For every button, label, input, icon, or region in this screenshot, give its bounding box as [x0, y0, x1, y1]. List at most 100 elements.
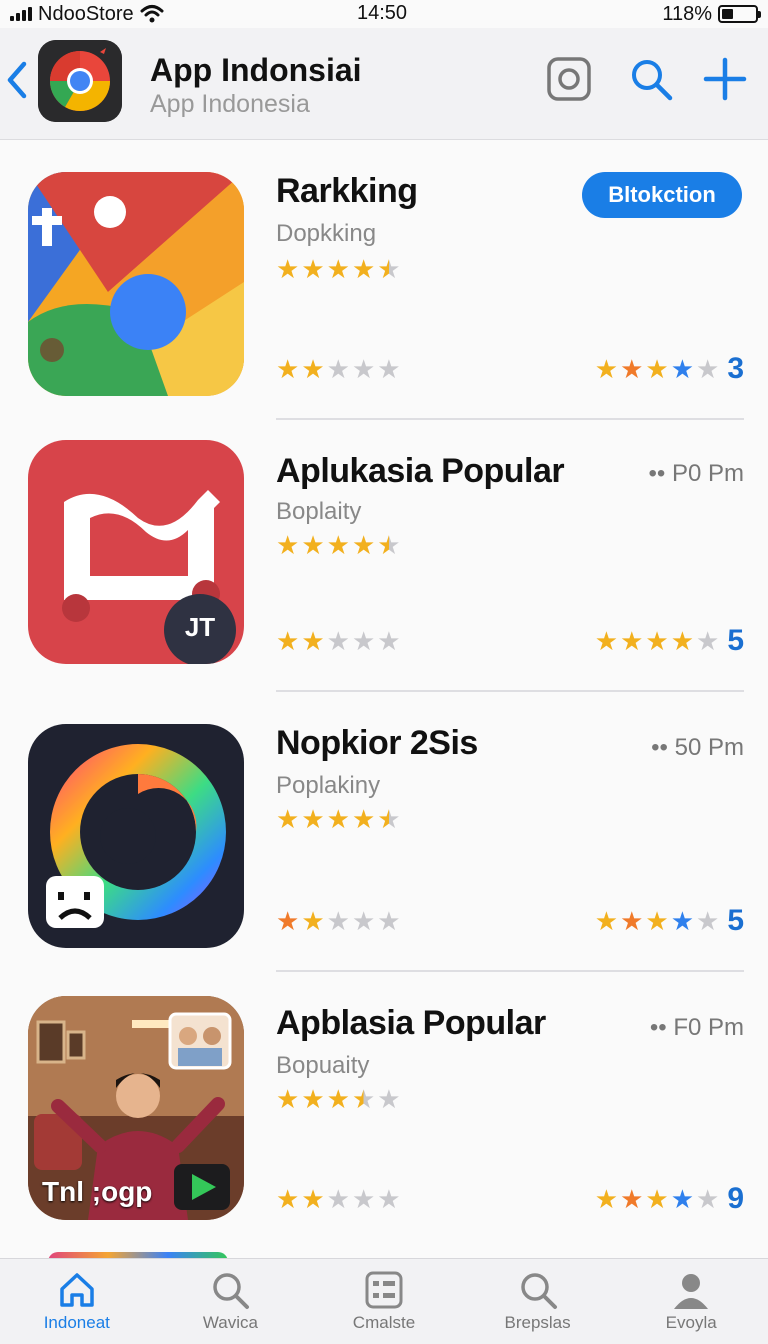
- star-icon: ★: [645, 354, 669, 384]
- tab-brepslas[interactable]: Brepslas: [461, 1259, 615, 1344]
- page-subtitle: App Indonesia: [150, 90, 310, 118]
- star-icon: ★: [377, 254, 401, 284]
- status-bar: NdooStore 14:50 118%: [0, 0, 768, 28]
- tab-label: Brepslas: [504, 1313, 571, 1332]
- rating-count: 9: [727, 1182, 744, 1215]
- rating-stars-top: ★ ★ ★ ★ ★: [276, 256, 401, 282]
- grid-list-icon: [365, 1271, 403, 1309]
- timestamp: •• F0 Pm: [649, 1014, 744, 1041]
- star-icon: ★: [326, 804, 350, 834]
- search-icon[interactable]: [628, 56, 674, 102]
- tab-indoneat[interactable]: Indoneat: [0, 1259, 154, 1344]
- star-icon: ★: [645, 1184, 669, 1214]
- rating-stars-summary: ★ ★ ★ ★ ★ 5: [595, 626, 744, 656]
- star-icon: ★: [301, 906, 325, 936]
- rating-stars-bottom: ★ ★ ★ ★ ★: [276, 628, 401, 654]
- app-category: Boplaity: [276, 498, 362, 525]
- star-icon: ★: [670, 906, 694, 936]
- star-icon: ★: [301, 626, 325, 656]
- search-icon: [213, 1273, 250, 1309]
- tab-label: Indoneat: [43, 1313, 110, 1332]
- rating-count: 5: [727, 904, 744, 937]
- status-left: NdooStore: [10, 3, 164, 26]
- app-name: Apblasia Popular: [276, 1004, 546, 1042]
- star-icon: ★: [326, 1084, 350, 1114]
- star-icon: ★: [351, 1084, 376, 1114]
- app-list-item[interactable]: Rarkking Dopkking ★ ★ ★ ★ ★ Bltokction ★ ★ ★ ★ ★…: [0, 140, 768, 420]
- star-icon: ★: [670, 626, 694, 656]
- app-list-item[interactable]: Tnl ;ogp Apblasia Popular Bopuaity ★ ★ ★ ★ ★…: [0, 972, 768, 1252]
- star-icon: ★: [377, 906, 401, 936]
- wifi-icon: [140, 5, 164, 23]
- tab-cmalste[interactable]: Cmalste: [307, 1259, 461, 1344]
- star-icon: ★: [620, 626, 644, 656]
- star-icon: ★: [326, 254, 350, 284]
- app-badge: JT: [184, 612, 216, 642]
- icon-overlay-text: Tnl ;ogp: [42, 1176, 153, 1207]
- page-title: App Indonsiai: [150, 52, 362, 88]
- colorful-geometric-app-icon: [28, 172, 244, 396]
- rating-stars-bottom: ★ ★ ★ ★ ★: [276, 1186, 401, 1212]
- star-icon: ★: [301, 354, 325, 384]
- get-button[interactable]: Bltokction: [582, 172, 742, 218]
- battery-percent: 118%: [662, 2, 712, 25]
- rating-stars-bottom: ★ ★ ★ ★ ★: [276, 356, 401, 382]
- star-icon: ★: [326, 354, 350, 384]
- star-icon: ★: [276, 626, 300, 656]
- star-icon: ★: [645, 906, 669, 936]
- timestamp: •• 50 Pm: [651, 734, 744, 761]
- star-icon: ★: [326, 1184, 350, 1214]
- star-icon: ★: [351, 804, 376, 834]
- star-icon: ★: [351, 354, 376, 384]
- star-icon: ★: [326, 626, 350, 656]
- status-right: 118%: [662, 2, 761, 26]
- star-icon: ★: [301, 530, 325, 560]
- rating-count: 3: [727, 352, 744, 385]
- navigation-header: App Indonsiai App Indonesia: [0, 28, 768, 140]
- app-list-item[interactable]: JT Aplukasia Popular Boplaity ★ ★ ★ ★ ★ •• P…: [0, 420, 768, 700]
- star-icon: ★: [276, 1084, 300, 1114]
- chrome-like-logo-icon: [38, 40, 122, 122]
- camera-icon[interactable]: [546, 56, 592, 102]
- star-icon: ★: [620, 906, 644, 936]
- app-name: Nopkior 2Sis: [276, 724, 478, 762]
- app-list-item[interactable]: Nopkior 2Sis Poplakiny ★ ★ ★ ★ ★ •• 50 Pm ★ ★…: [0, 692, 768, 972]
- star-icon: ★: [645, 626, 669, 656]
- back-chevron-icon[interactable]: [4, 58, 30, 102]
- tab-label: Cmalste: [352, 1313, 416, 1332]
- star-icon: ★: [301, 804, 325, 834]
- tab-label: Wavica: [202, 1313, 258, 1332]
- app-category: Dopkking: [276, 220, 377, 247]
- star-icon: ★: [276, 1184, 300, 1214]
- star-icon: ★: [377, 1084, 401, 1114]
- app-logo[interactable]: [38, 40, 122, 122]
- plus-icon[interactable]: [702, 56, 748, 102]
- star-icon: ★: [377, 626, 401, 656]
- rating-count: 5: [727, 624, 744, 657]
- star-icon: ★: [696, 1184, 720, 1214]
- app-icon-aplukasia[interactable]: JT: [28, 440, 244, 664]
- rainbow-swirl-app-icon: [28, 724, 244, 948]
- app-icon-nopkior[interactable]: [28, 724, 244, 948]
- tab-label: Evoyla: [665, 1313, 717, 1332]
- battery-icon: [718, 5, 761, 23]
- battery-fill: [722, 9, 734, 19]
- search-icon: [520, 1273, 557, 1309]
- app-name: Aplukasia Popular: [276, 452, 565, 490]
- star-icon: ★: [696, 626, 720, 656]
- app-icon-rarkking[interactable]: [28, 172, 244, 396]
- star-icon: ★: [276, 530, 300, 560]
- tab-wavica[interactable]: Wavica: [154, 1259, 308, 1344]
- star-icon: ★: [670, 1184, 694, 1214]
- star-icon: ★: [326, 906, 350, 936]
- app-category: Poplakiny: [276, 772, 381, 799]
- rating-stars-summary: ★ ★ ★ ★ ★ 9: [595, 1184, 744, 1214]
- home-icon: [60, 1273, 94, 1307]
- rating-stars-top: ★ ★ ★ ★ ★: [276, 806, 401, 832]
- star-icon: ★: [594, 354, 619, 384]
- app-store-screen: NdooStore 14:50 118% App Indonsiai App I…: [0, 0, 768, 1344]
- star-icon: ★: [276, 906, 300, 936]
- app-icon-apblasia[interactable]: Tnl ;ogp: [28, 996, 244, 1220]
- star-icon: ★: [301, 1184, 325, 1214]
- tab-evoyla[interactable]: Evoyla: [614, 1259, 768, 1344]
